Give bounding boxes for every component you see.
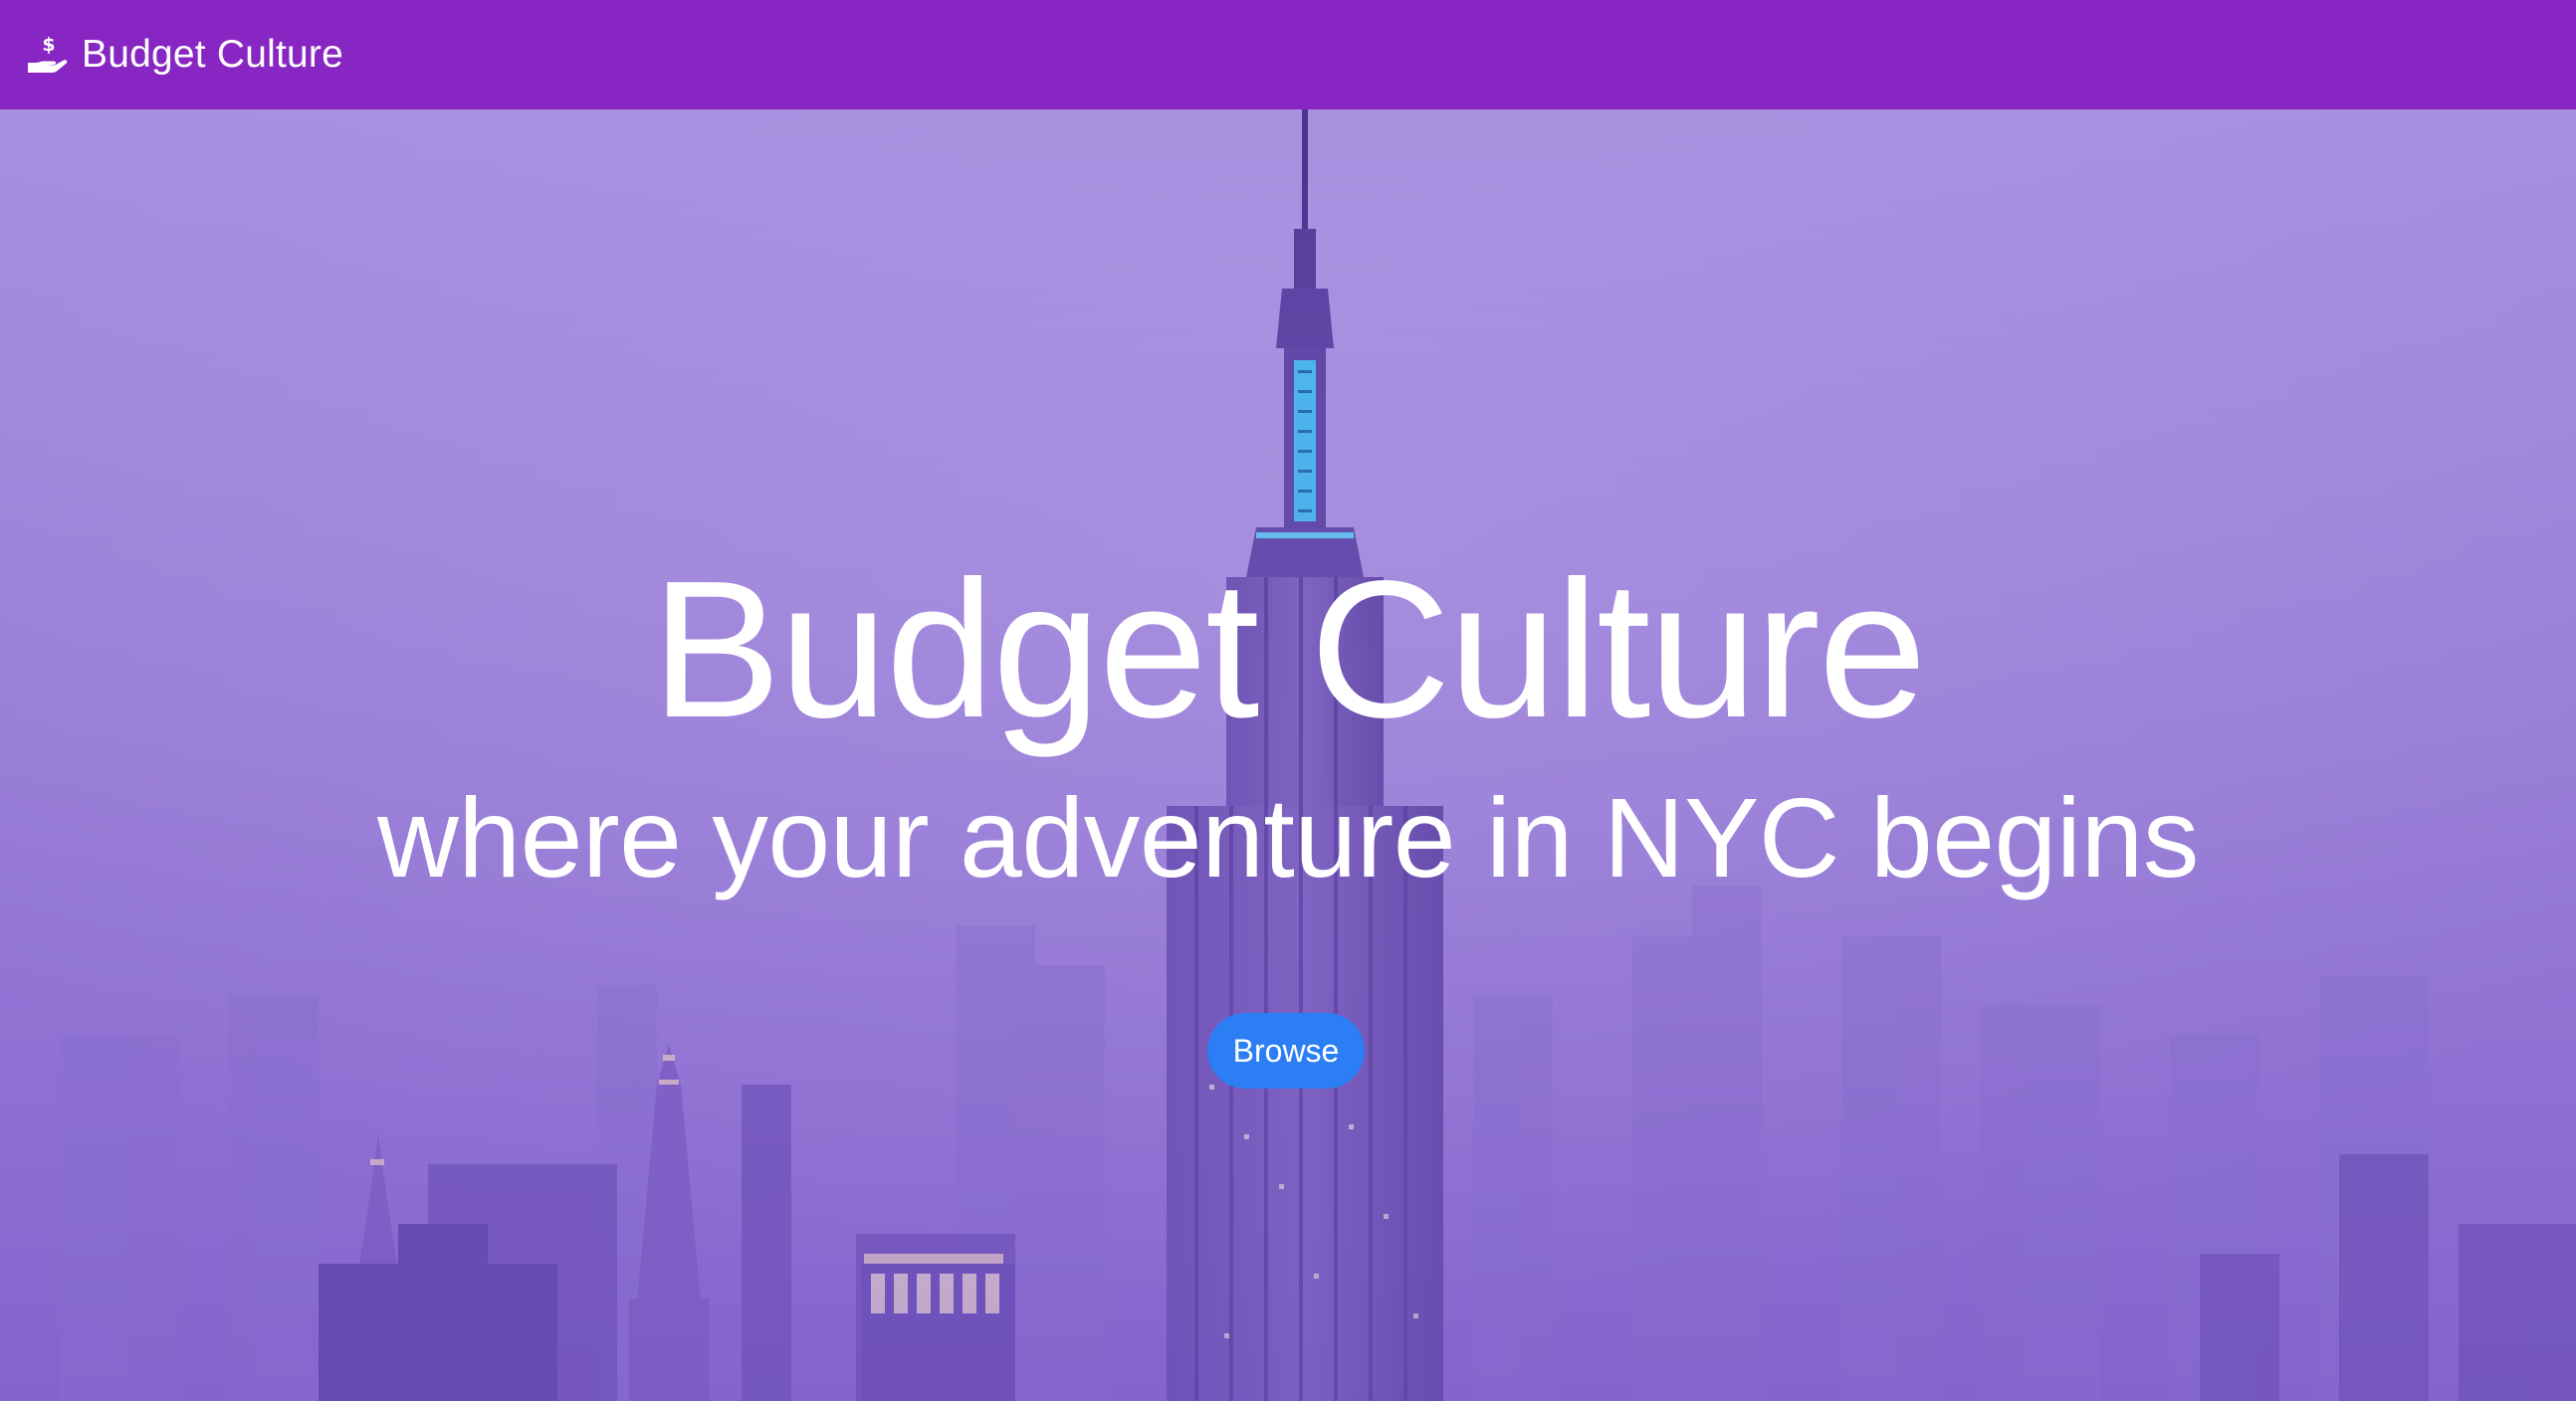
brand-link[interactable]: $ Budget Culture (26, 32, 343, 78)
brand-name: Budget Culture (82, 33, 343, 76)
hero-section: Budget Culture where your adventure in N… (0, 109, 2576, 1401)
page: $ Budget Culture Budget Culture where yo… (0, 0, 2576, 1401)
hero-content: Budget Culture where your adventure in N… (0, 109, 2576, 1401)
hero-subtitle: where your adventure in NYC begins (377, 775, 2199, 901)
svg-text:$: $ (42, 34, 55, 56)
hero-title: Budget Culture (651, 540, 1927, 758)
hand-holding-dollar-icon: $ (28, 34, 68, 73)
navbar: $ Budget Culture (0, 0, 2576, 109)
browse-button[interactable]: Browse (1207, 1013, 1365, 1089)
